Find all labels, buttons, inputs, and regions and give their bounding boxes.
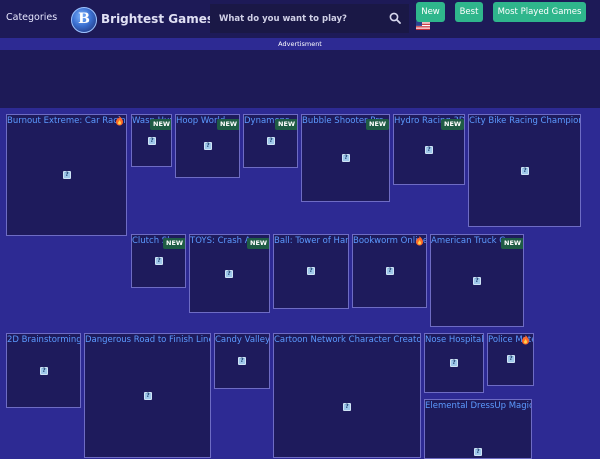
new-badge: NEW — [501, 238, 523, 249]
game-tile[interactable]: TOYS: Crash Arena NEW ? — [189, 234, 270, 313]
image-placeholder-icon: ? — [521, 167, 529, 175]
game-title[interactable]: Candy Valley — [215, 335, 269, 345]
game-tile[interactable]: Cartoon Network Character Creator ? — [273, 333, 421, 458]
game-tile[interactable]: Dynamons NEW ? — [243, 114, 298, 168]
advertisement-area — [0, 50, 600, 108]
us-flag-icon[interactable] — [416, 21, 430, 30]
game-tile[interactable]: City Bike Racing Champion ? — [468, 114, 581, 227]
game-title[interactable]: City Bike Racing Champion — [469, 116, 580, 126]
new-badge: NEW — [163, 238, 185, 249]
new-badge: NEW — [366, 119, 389, 130]
image-placeholder-icon: ? — [474, 448, 482, 456]
game-tile[interactable]: Ball: Tower of Hanoi ? — [273, 234, 349, 309]
game-tile[interactable]: Hoop World NEW ? — [175, 114, 240, 178]
game-tile[interactable]: American Truck Car NEW ? — [430, 234, 524, 327]
game-tile[interactable]: 2D Brainstorming ? — [6, 333, 81, 408]
categories-button[interactable]: Categories — [6, 12, 57, 23]
image-placeholder-icon: ? — [63, 171, 71, 179]
image-placeholder-icon: ? — [307, 267, 315, 275]
search-box — [210, 4, 409, 33]
game-title[interactable]: Ball: Tower of Hanoi — [274, 236, 348, 246]
image-placeholder-icon: ? — [343, 403, 351, 411]
image-placeholder-icon: ? — [450, 359, 458, 367]
top-header: Categories B Brightest Games New Best Mo… — [0, 0, 600, 38]
new-badge: NEW — [441, 119, 464, 130]
image-placeholder-icon: ? — [386, 267, 394, 275]
game-tile[interactable]: Clutch Slam NEW ? — [131, 234, 186, 288]
search-icon[interactable] — [389, 12, 401, 24]
image-placeholder-icon: ? — [155, 257, 163, 265]
image-placeholder-icon: ? — [204, 142, 212, 150]
image-placeholder-icon: ? — [40, 367, 48, 375]
game-title[interactable]: Cartoon Network Character Creator — [274, 335, 420, 345]
new-badge: NEW — [217, 119, 239, 130]
image-placeholder-icon: ? — [144, 392, 152, 400]
hot-flame-icon — [416, 236, 423, 246]
image-placeholder-icon: ? — [473, 277, 481, 285]
brand-name[interactable]: Brightest Games — [101, 12, 214, 26]
new-badge: NEW — [150, 119, 171, 130]
game-tile[interactable]: Hydro Racing 3D NEW ? — [393, 114, 465, 185]
nav-new-button[interactable]: New — [416, 2, 445, 22]
image-placeholder-icon: ? — [425, 146, 433, 154]
game-title[interactable]: Elemental DressUp Magic — [425, 401, 531, 411]
game-title[interactable]: Burnout Extreme: Car Racing — [7, 116, 126, 126]
image-placeholder-icon: ? — [225, 270, 233, 278]
game-tile[interactable]: Bubble Shooter Pro NEW ? — [301, 114, 390, 202]
new-badge: NEW — [275, 119, 297, 130]
game-tile[interactable]: Wasp Hunt NEW ? — [131, 114, 172, 167]
brand-logo[interactable]: B — [71, 7, 97, 33]
nav-best-button[interactable]: Best — [455, 2, 483, 22]
new-badge: NEW — [247, 238, 269, 249]
image-placeholder-icon: ? — [148, 137, 156, 145]
hot-flame-icon — [522, 335, 529, 345]
game-tile[interactable]: Police Mate ? — [487, 333, 534, 386]
search-input[interactable] — [210, 4, 380, 33]
image-placeholder-icon: ? — [238, 357, 246, 365]
game-tile[interactable]: Candy Valley ? — [214, 333, 270, 389]
game-title[interactable]: 2D Brainstorming — [7, 335, 80, 345]
game-tile[interactable]: Burnout Extreme: Car Racing ? — [6, 114, 127, 236]
game-tile[interactable]: Elemental DressUp Magic ? — [424, 399, 532, 459]
game-tile[interactable]: Dangerous Road to Finish Line ? — [84, 333, 211, 458]
game-title[interactable]: Nose Hospital — [425, 335, 483, 345]
advertisement-label: Advertisment — [278, 40, 322, 48]
image-placeholder-icon: ? — [507, 355, 515, 363]
image-placeholder-icon: ? — [267, 137, 275, 145]
brand-logo-letter: B — [78, 11, 90, 27]
game-tile[interactable]: Nose Hospital ? — [424, 333, 484, 393]
game-tile[interactable]: Bookworm Online ? — [352, 234, 427, 308]
nav-most-played-button[interactable]: Most Played Games — [493, 2, 586, 22]
image-placeholder-icon: ? — [342, 154, 350, 162]
game-title[interactable]: Dangerous Road to Finish Line — [85, 335, 210, 345]
hot-flame-icon — [116, 116, 123, 126]
